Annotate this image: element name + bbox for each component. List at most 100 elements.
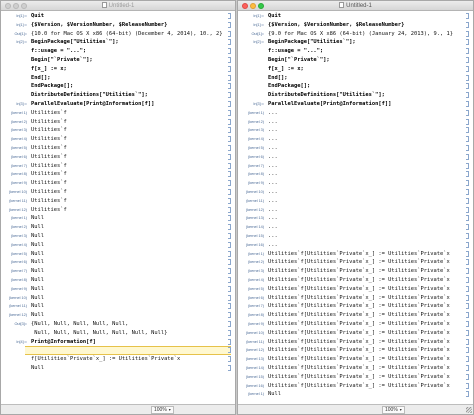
cell-bracket[interactable] [466,329,469,336]
cell-bracket[interactable] [228,197,231,204]
output-cell[interactable]: (kernel 15)... [238,232,473,240]
input-cell[interactable]: End[]; [1,74,235,82]
output-cell[interactable]: (kernel 2) Utilities`f [1,118,235,126]
cell-bracket[interactable] [466,294,469,301]
cell-bracket[interactable] [228,303,231,310]
output-cell[interactable]: (kernel 10) Utilities`f[Utilities`Private… [238,329,473,337]
cell-bracket[interactable] [466,312,469,319]
cell-bracket[interactable] [228,118,231,125]
cell-bracket[interactable] [466,13,469,19]
cell-bracket[interactable] [466,277,469,283]
cell-bracket[interactable] [466,241,469,248]
cell-bracket[interactable] [466,338,469,345]
cell-bracket[interactable] [228,109,231,116]
cell-bracket[interactable] [228,83,231,90]
output-cell[interactable]: (kernel 5) Utilities`f [1,144,235,152]
cell-bracket[interactable] [466,171,469,178]
cell-bracket[interactable] [228,233,231,239]
input-cell[interactable]: EndPackage[]; [1,82,235,90]
output-cell[interactable]: (kernel 8) Null [1,276,235,284]
output-cell[interactable]: (kernel 8) Utilities`f[Utilities`Private`… [238,311,473,319]
input-cell[interactable]: In[1]:= Quit [238,12,473,20]
cell-bracket[interactable] [228,65,231,72]
output-cell[interactable]: (kernel 1) Utilities`f[Utilities`Private`… [238,250,473,258]
output-cell[interactable]: (kernel 2) Null [1,223,235,231]
cell-bracket[interactable] [228,145,231,151]
cell-bracket[interactable] [228,250,231,257]
cell-bracket[interactable] [228,180,231,187]
cell-bracket[interactable] [466,21,469,28]
cell-bracket[interactable] [228,321,231,327]
output-cell[interactable]: (kernel 13)... [238,214,473,222]
output-cell[interactable]: (kernel 6) Null [1,258,235,266]
cell-bracket[interactable] [228,74,231,81]
cell-bracket[interactable] [466,136,469,143]
output-cell[interactable]: (kernel 5) Null [1,250,235,258]
output-cell[interactable]: f[Utilities`Private`x_] := Utilities`Pri… [1,355,235,363]
output-cell[interactable]: (kernel 7) Utilities`f [1,162,235,170]
output-cell[interactable]: (kernel 9) Null [1,285,235,293]
zoom-menu[interactable]: 100% ▾ [151,406,174,414]
output-cell[interactable]: (kernel 3) Null [1,232,235,240]
cell-bracket[interactable] [228,39,231,46]
cell-bracket[interactable] [466,233,469,239]
input-cell[interactable]: f[x_] := x; [238,65,473,73]
cell-bracket[interactable] [228,127,231,134]
cell-bracket[interactable] [228,189,231,195]
input-cell[interactable]: In[2]:= BeginPackage["Utilities`"]; [238,38,473,46]
output-cell[interactable]: Out[3]= {Null, Null, Null, Null, Null, [1,320,235,328]
cell-bracket[interactable] [466,92,469,99]
cell-bracket[interactable] [466,250,469,257]
output-cell[interactable]: Out[1]= {10.0 for Mac OS X x86 (64-bit) (… [1,30,235,38]
output-cell[interactable]: (kernel 12) Utilities`f[Utilities`Private… [238,346,473,354]
input-cell[interactable]: f::usage = "..."; [238,47,473,55]
input-cell[interactable]: In[1]:= Quit [1,12,235,20]
output-cell[interactable] [1,346,235,354]
output-cell[interactable]: (kernel 10) Utilities`f [1,188,235,196]
cell-bracket[interactable] [466,321,469,327]
cell-bracket[interactable] [466,347,469,354]
cell-bracket[interactable] [466,206,469,213]
input-cell[interactable]: In[2]:= BeginPackage["Utilities`"]; [1,38,235,46]
cell-bracket[interactable] [466,127,469,134]
cell-bracket[interactable] [228,92,231,99]
input-cell[interactable]: DistributeDefinitions["Utilities`"]; [238,91,473,99]
window-titlebar[interactable]: Untitled-1 [238,1,473,11]
notebook-content[interactable]: In[1]:= Quit In[1]:= {$Version, $VersionNum… [238,12,473,404]
cell-bracket[interactable] [466,259,469,266]
output-cell[interactable]: (kernel 11)... [238,197,473,205]
output-cell[interactable]: (kernel 1) Utilities`f [1,109,235,117]
output-cell[interactable]: (kernel 4) Null [1,241,235,249]
cell-bracket[interactable] [466,162,469,169]
output-cell[interactable]: (kernel 4) Utilities`f[Utilities`Private`… [238,276,473,284]
output-cell[interactable]: (kernel 10) Null [1,294,235,302]
notebook-content[interactable]: In[1]:= Quit In[1]:= {$Version, $VersionNum… [1,12,235,404]
cell-bracket[interactable] [228,136,231,143]
output-cell[interactable]: (kernel 7) Utilities`f[Utilities`Private`… [238,302,473,310]
output-cell[interactable]: (kernel 9) Utilities`f [1,179,235,187]
input-cell[interactable]: f[x_] := x; [1,65,235,73]
input-cell[interactable]: In[3]:= ParallelEvaluate[Print@Informatio… [238,100,473,108]
cell-bracket[interactable] [466,153,469,160]
output-cell[interactable]: (kernel 12) Utilities`f [1,206,235,214]
output-cell[interactable]: (kernel 14)... [238,223,473,231]
cell-bracket[interactable] [228,215,231,222]
cell-bracket[interactable] [466,83,469,90]
output-cell[interactable]: (kernel 3) Utilities`f [1,126,235,134]
cell-bracket[interactable] [228,21,231,28]
output-cell[interactable]: (kernel 3)... [238,126,473,134]
cell-bracket[interactable] [466,65,469,72]
output-cell[interactable]: (kernel 7) Null [1,267,235,275]
output-cell[interactable]: (kernel 12)... [238,206,473,214]
cell-bracket[interactable] [466,39,469,46]
output-cell[interactable]: (kernel 1) Null [238,390,473,398]
cell-bracket[interactable] [466,224,469,231]
cell-bracket[interactable] [228,162,231,169]
output-cell[interactable]: (kernel 6)... [238,153,473,161]
cell-bracket[interactable] [228,277,231,283]
cell-bracket[interactable] [466,285,469,292]
output-cell[interactable]: (kernel 4)... [238,135,473,143]
input-cell[interactable]: DistributeDefinitions["Utilities`"]; [1,91,235,99]
output-cell[interactable]: (kernel 11) Utilities`f [1,197,235,205]
output-cell[interactable]: (kernel 5)... [238,144,473,152]
